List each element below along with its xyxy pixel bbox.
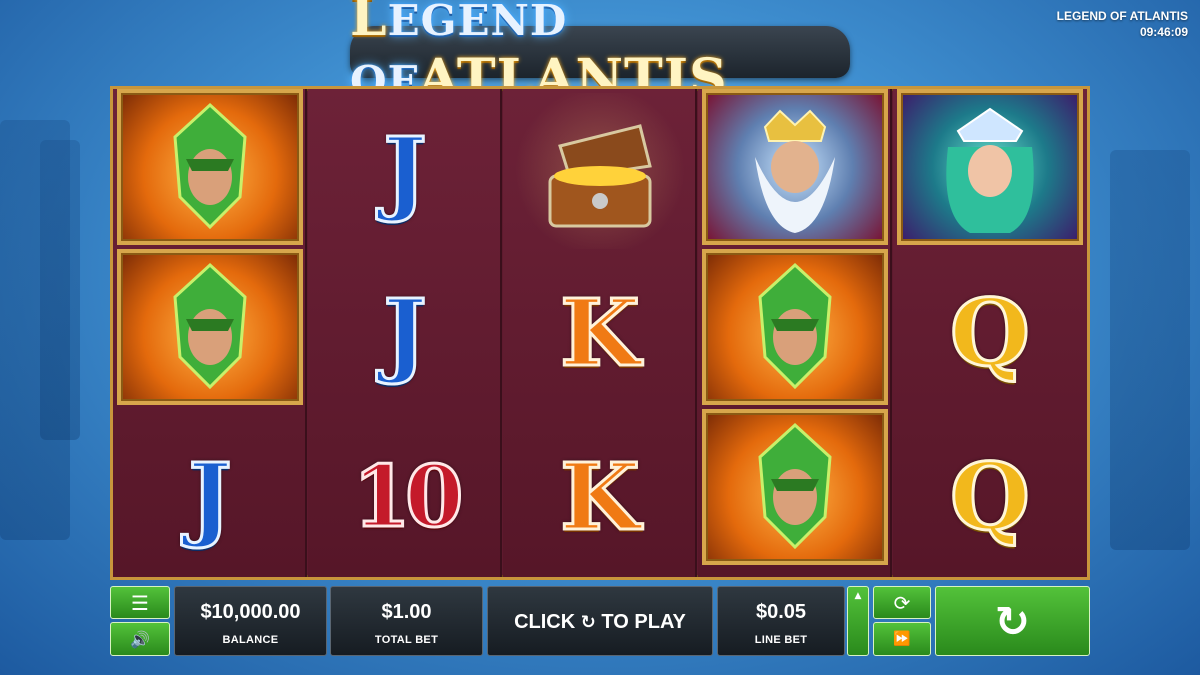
menu-icon: ☰ <box>131 590 149 615</box>
symbol-j: J <box>312 93 498 249</box>
letter-j: J <box>382 117 428 225</box>
total-bet-panel: $1.00 TOTAL BET <box>330 586 483 656</box>
symbol-treasure-chest <box>507 93 693 249</box>
symbol-hero-warrior <box>117 89 303 245</box>
reel-1: J <box>113 89 307 577</box>
symbol-j: J <box>312 255 498 411</box>
warrior-icon <box>173 102 247 230</box>
turbo-button[interactable]: ⏩ <box>873 622 931 656</box>
letter-j: J <box>187 443 233 551</box>
letter-ten: 10 <box>351 447 465 546</box>
king-icon <box>755 109 835 233</box>
game-logo: LEGEND OFATLANTIS <box>350 0 850 109</box>
reels-area: J J J 10 K K Q Q <box>110 86 1090 580</box>
treasure-chest-icon <box>548 124 652 228</box>
menu-button[interactable]: ☰ <box>110 586 170 619</box>
top-info: LEGEND OF ATLANTIS 09:46:09 <box>1057 8 1188 40</box>
background-ruin <box>1110 150 1190 550</box>
autoplay-icon: ⟳ <box>893 590 911 615</box>
symbol-j: J <box>117 419 303 575</box>
autoplay-button[interactable]: ⟳ <box>873 586 931 619</box>
click-to-play-panel[interactable]: CLICK ↻ TO PLAY <box>487 586 713 656</box>
symbol-k: K <box>507 255 693 411</box>
line-bet-value: $0.05 <box>755 601 807 623</box>
symbol-k: K <box>507 419 693 575</box>
warrior-icon <box>758 262 832 390</box>
total-bet-value: $1.00 <box>381 601 432 623</box>
symbol-q: Q <box>897 255 1083 411</box>
warrior-icon <box>173 262 247 390</box>
line-bet-up-button[interactable]: ▲ <box>847 586 869 656</box>
spin-small-icon: ↻ <box>580 612 596 633</box>
sound-icon: 🔊 <box>130 629 150 649</box>
letter-k: K <box>559 443 642 551</box>
letter-k: K <box>559 279 642 387</box>
line-bet-label: LINE BET <box>754 634 808 646</box>
game-title: LEGEND OF ATLANTIS <box>1056 9 1188 23</box>
logo-l: L <box>350 0 388 48</box>
sound-button[interactable]: 🔊 <box>110 622 170 656</box>
symbol-king-poseidon <box>702 89 888 245</box>
symbol-q: Q <box>897 419 1083 575</box>
queen-icon <box>946 107 1034 233</box>
letter-j: J <box>382 279 428 387</box>
balance-label: BALANCE <box>222 634 279 646</box>
spin-button[interactable]: ↻ <box>935 586 1090 656</box>
balance-panel: $10,000.00 BALANCE <box>174 586 327 656</box>
clock: 09:46:09 <box>1139 25 1188 39</box>
balance-value: $10,000.00 <box>200 601 301 623</box>
spin-icon: ↻ <box>994 596 1031 646</box>
reel-5: Q Q <box>893 89 1087 577</box>
warrior-icon <box>758 422 832 550</box>
background-ruin <box>40 140 80 440</box>
arrow-up-icon: ▲ <box>854 591 862 601</box>
letter-q: Q <box>948 443 1031 551</box>
line-bet-panel: $0.05 LINE BET <box>717 586 845 656</box>
symbol-hero-warrior <box>702 409 888 565</box>
control-bar: ☰ 🔊 $10,000.00 BALANCE $1.00 TOTAL BET C… <box>110 586 1090 656</box>
symbol-hero-warrior <box>117 249 303 405</box>
symbol-ten: 10 <box>312 419 498 575</box>
letter-q: Q <box>948 279 1031 387</box>
reel-4 <box>698 89 892 577</box>
reel-2: J J 10 <box>308 89 502 577</box>
symbol-queen-mermaid <box>897 89 1083 245</box>
click-suffix: TO PLAY <box>601 611 686 633</box>
fast-forward-icon: ⏩ <box>893 631 911 647</box>
reel-3: K K <box>503 89 697 577</box>
click-prefix: CLICK <box>514 611 576 633</box>
symbol-hero-warrior <box>702 249 888 405</box>
total-bet-label: TOTAL BET <box>374 634 439 646</box>
